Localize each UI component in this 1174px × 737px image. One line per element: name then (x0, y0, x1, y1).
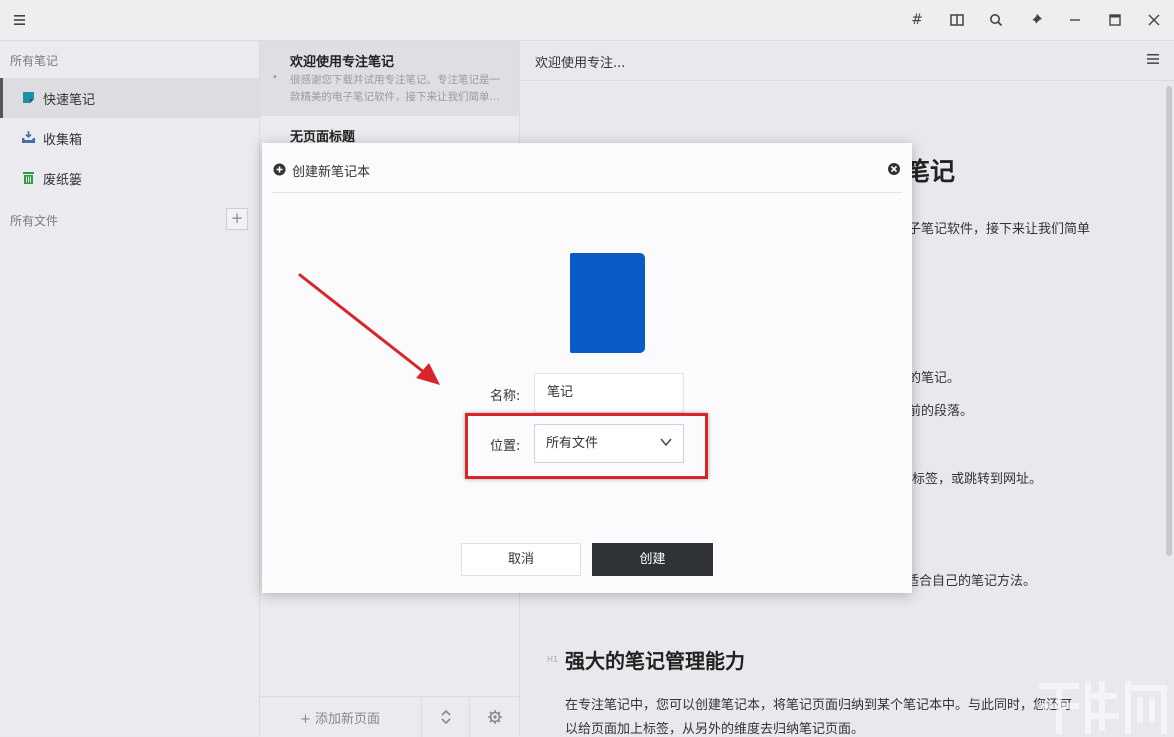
editor-text-fragment: 前的段落。 (908, 404, 974, 419)
trash-icon (23, 172, 34, 184)
notebook-cover-icon[interactable] (570, 253, 645, 353)
annotation-highlight-box (465, 413, 708, 479)
dialog-title: 创建新笔记本 (292, 165, 371, 180)
close-window-icon[interactable] (1144, 10, 1164, 30)
split-view-icon[interactable] (947, 10, 967, 30)
minimize-icon[interactable] (1065, 10, 1085, 30)
editor-text-fragment: 子笔记软件，接下来让我们简单 (908, 222, 1091, 237)
list-item[interactable]: 欢迎使用专注笔记 • 很感谢您下载并试用专注笔记。专注笔记是一 款精美的电子笔记… (260, 41, 519, 116)
editor-paragraph-line: 在专注笔记中，您可以创建笔记本，将笔记页面归纳到某个笔记本中。与此同时，您还可 (565, 698, 1073, 713)
editor-scrollbar[interactable] (1166, 86, 1172, 556)
search-icon[interactable] (986, 10, 1006, 30)
create-button[interactable]: 创建 (592, 543, 713, 576)
editor-text-fragment: 的笔记。 (908, 371, 961, 386)
editor-menu-icon[interactable] (1144, 50, 1162, 68)
add-page-button[interactable]: + 添加新页面 (300, 708, 380, 727)
pin-icon[interactable] (1026, 10, 1046, 30)
quick-note-icon (23, 92, 34, 103)
editor-heading-fragment: 笔记 (905, 157, 956, 186)
editor-paragraph-line: 以给页面加上标签，从另外的维度去归纳笔记页面。 (565, 722, 865, 737)
sidebar-item-trash[interactable]: 废纸篓 (0, 158, 259, 198)
close-icon[interactable] (887, 162, 901, 176)
note-excerpt: 很感谢您下载并试用专注笔记。专注笔记是一 (290, 74, 500, 86)
divider (272, 192, 902, 193)
add-folder-button[interactable]: + (226, 208, 248, 230)
annotation-arrow-icon (298, 273, 440, 385)
name-label: 名称: (490, 389, 521, 404)
bullet-icon: • (272, 72, 278, 83)
divider (469, 697, 470, 737)
note-excerpt: 款精美的电子笔记软件，接下来让我们简单… (290, 91, 500, 103)
watermark-logo (1039, 681, 1167, 734)
editor-text-fragment: 标签，或跳转到网址。 (912, 472, 1043, 487)
section-all-files: 所有文件 (10, 214, 59, 228)
notebook-name-input[interactable]: 笔记 (534, 373, 684, 413)
editor-text-fragment: 适合自己的笔记方法。 (906, 574, 1037, 589)
sidebar-item-label: 快速笔记 (43, 93, 96, 108)
inbox-icon (22, 131, 35, 143)
editor-title: 欢迎使用专注... (535, 56, 626, 71)
hashtag-icon[interactable]: # (907, 10, 927, 30)
sidebar-item-label: 收集箱 (43, 133, 83, 148)
sidebar-item-inbox[interactable]: 收集箱 (0, 118, 259, 158)
sidebar-item-label: 废纸篓 (43, 173, 83, 188)
sort-icon[interactable] (436, 707, 456, 727)
gear-icon[interactable] (485, 707, 505, 727)
section-all-notes: 所有笔记 (10, 54, 59, 68)
cancel-button[interactable]: 取消 (461, 543, 581, 576)
divider (421, 697, 422, 737)
note-list-footer: + 添加新页面 (260, 696, 519, 737)
editor-heading: 强大的笔记管理能力 (565, 649, 745, 673)
sidebar-item-quick-notes[interactable]: 快速笔记 (0, 78, 259, 118)
h1-badge: H1 (547, 655, 559, 664)
maximize-icon[interactable] (1105, 10, 1125, 30)
plus-circle-icon (273, 163, 286, 176)
hamburger-menu-icon[interactable] (10, 10, 30, 30)
active-indicator (0, 78, 3, 118)
note-title: 欢迎使用专注笔记 (290, 55, 395, 70)
